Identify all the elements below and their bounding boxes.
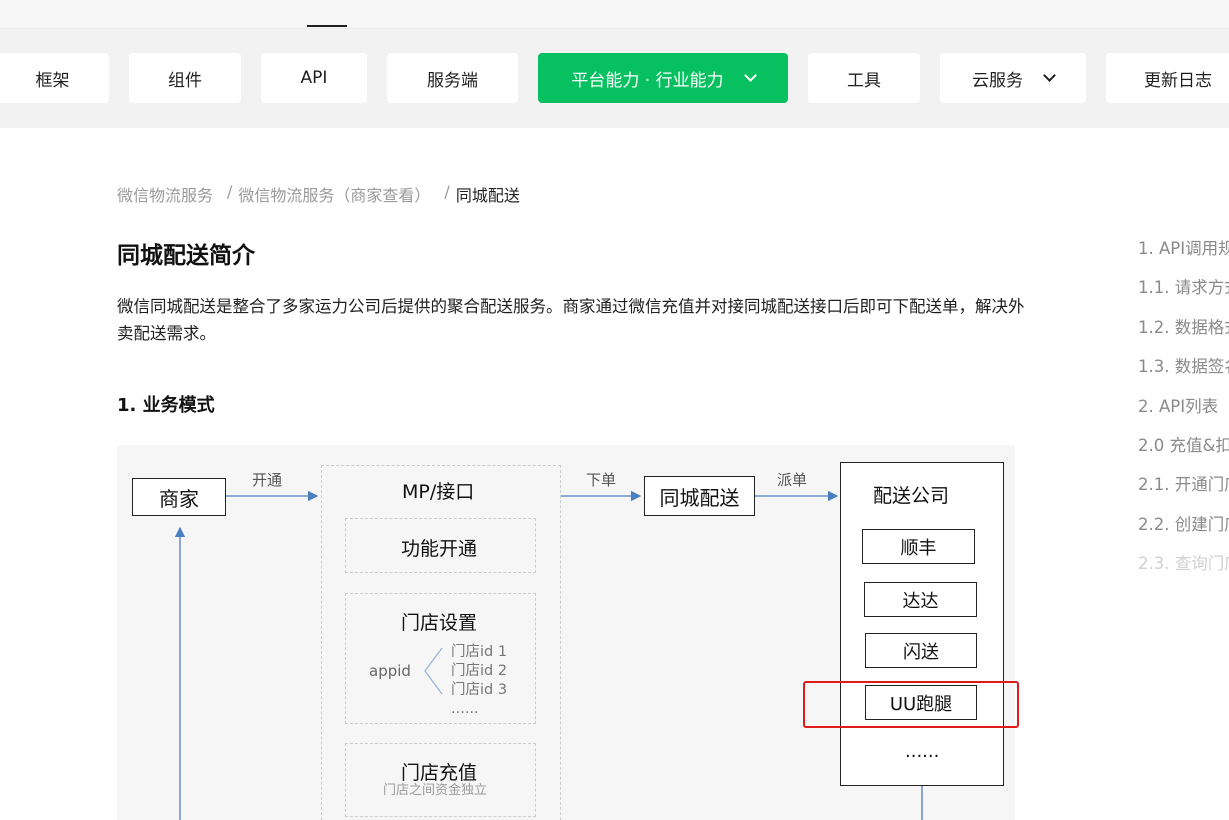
merchant-box: 商家 xyxy=(132,478,226,516)
store-settings-label: 门店设置 xyxy=(401,612,478,634)
company-sf: 顺丰 xyxy=(862,529,975,564)
nav-item-label: 更新日志 xyxy=(1144,70,1212,91)
toc-item[interactable]: 1.2. 数据格式 xyxy=(1138,317,1229,356)
nav-item-tools[interactable]: 工具 xyxy=(808,53,920,103)
toc-item[interactable]: 1. API调用规 xyxy=(1138,238,1229,277)
nav-item-label: 云服务 xyxy=(972,70,1023,91)
nav-item-server[interactable]: 服务端 xyxy=(387,53,518,103)
toc-item[interactable]: 2.2. 创建门店 xyxy=(1138,514,1229,553)
nav-item-changelog[interactable]: 更新日志 xyxy=(1106,53,1229,103)
nav-item-label: API xyxy=(300,68,328,88)
company-dada: 达达 xyxy=(864,582,977,617)
toc-item[interactable]: 2. API列表 xyxy=(1138,396,1229,435)
company-shansong: 闪送 xyxy=(865,633,977,668)
company-label: 顺丰 xyxy=(900,537,937,559)
nav-item-components[interactable]: 组件 xyxy=(129,53,241,103)
nav-item-label: 平台能力 · 行业能力 xyxy=(571,70,724,91)
mp-title: MP/接口 xyxy=(402,481,475,503)
store-id-more: ...... xyxy=(451,701,479,717)
toc-item[interactable]: 2.1. 开通门店 xyxy=(1138,474,1229,513)
breadcrumb-separator: / xyxy=(444,182,450,201)
nav-item-cloud-service[interactable]: 云服务 xyxy=(940,53,1086,103)
company-label: 闪送 xyxy=(903,641,939,663)
arrow-label-open: 开通 xyxy=(252,471,283,489)
breadcrumb-link-merchant[interactable]: 微信物流服务（商家查看） xyxy=(238,182,430,206)
delivery-company-container xyxy=(840,462,1004,786)
merchant-label: 商家 xyxy=(159,486,199,511)
breadcrumb-separator: / xyxy=(227,182,233,201)
company-more: ...... xyxy=(905,741,940,762)
local-delivery-label: 同城配送 xyxy=(659,485,740,510)
intro-paragraph: 微信同城配送是整合了多家运力公司后提供的聚合配送服务。商家通过微信充值并对接同城… xyxy=(117,297,1025,343)
breadcrumb-current: 同城配送 xyxy=(455,186,520,205)
store-recharge-note: 门店之间资金独立 xyxy=(383,783,488,798)
business-model-diagram: 商家 开通 MP/接口 功能开通 门店设置 appid 门店id 1 门店id … xyxy=(117,445,1015,820)
company-label: 达达 xyxy=(902,590,939,612)
arrow-label-dispatch: 派单 xyxy=(777,471,808,489)
nav-item-label: 组件 xyxy=(168,70,202,91)
section-title: 1. 业务模式 xyxy=(117,395,215,416)
arrow-label-order: 下单 xyxy=(586,471,617,489)
page-title: 同城配送简介 xyxy=(117,243,255,269)
top-tab-strip xyxy=(0,0,1229,29)
breadcrumb: 微信物流服务 / 微信物流服务（商家查看） / 同城配送 xyxy=(117,182,520,206)
highlight-box xyxy=(803,681,1019,728)
active-tab-underline xyxy=(307,25,347,27)
nav-item-platform-capability[interactable]: 平台能力 · 行业能力 xyxy=(538,53,788,103)
nav-item-framework[interactable]: 框架 xyxy=(0,53,109,103)
nav-item-label: 框架 xyxy=(35,70,70,91)
store-id-2: 门店id 2 xyxy=(451,663,508,679)
chevron-down-icon xyxy=(743,68,757,82)
toc-item[interactable]: 1.3. 数据签名 xyxy=(1138,356,1229,395)
appid-label: appid xyxy=(369,662,411,680)
store-id-3: 门店id 3 xyxy=(451,682,508,698)
delivery-company-title: 配送公司 xyxy=(873,485,950,507)
local-delivery-box: 同城配送 xyxy=(644,476,755,516)
nav-item-label: 服务端 xyxy=(427,70,478,91)
toc-item[interactable]: 2.3. 查询门店 xyxy=(1138,553,1229,592)
toc-item[interactable]: 2.0 充值&扣 xyxy=(1138,435,1229,474)
feature-open-label: 功能开通 xyxy=(401,538,478,560)
nav-item-label: 工具 xyxy=(847,70,881,91)
breadcrumb-link-logistics[interactable]: 微信物流服务 xyxy=(117,182,213,206)
store-id-1: 门店id 1 xyxy=(451,644,508,660)
toc-item[interactable]: 1.1. 请求方式 xyxy=(1138,277,1229,316)
table-of-contents: 1. API调用规 1.1. 请求方式 1.2. 数据格式 1.3. 数据签名 … xyxy=(1138,238,1229,593)
nav-item-api[interactable]: API xyxy=(261,53,367,103)
chevron-down-icon xyxy=(1043,68,1056,82)
